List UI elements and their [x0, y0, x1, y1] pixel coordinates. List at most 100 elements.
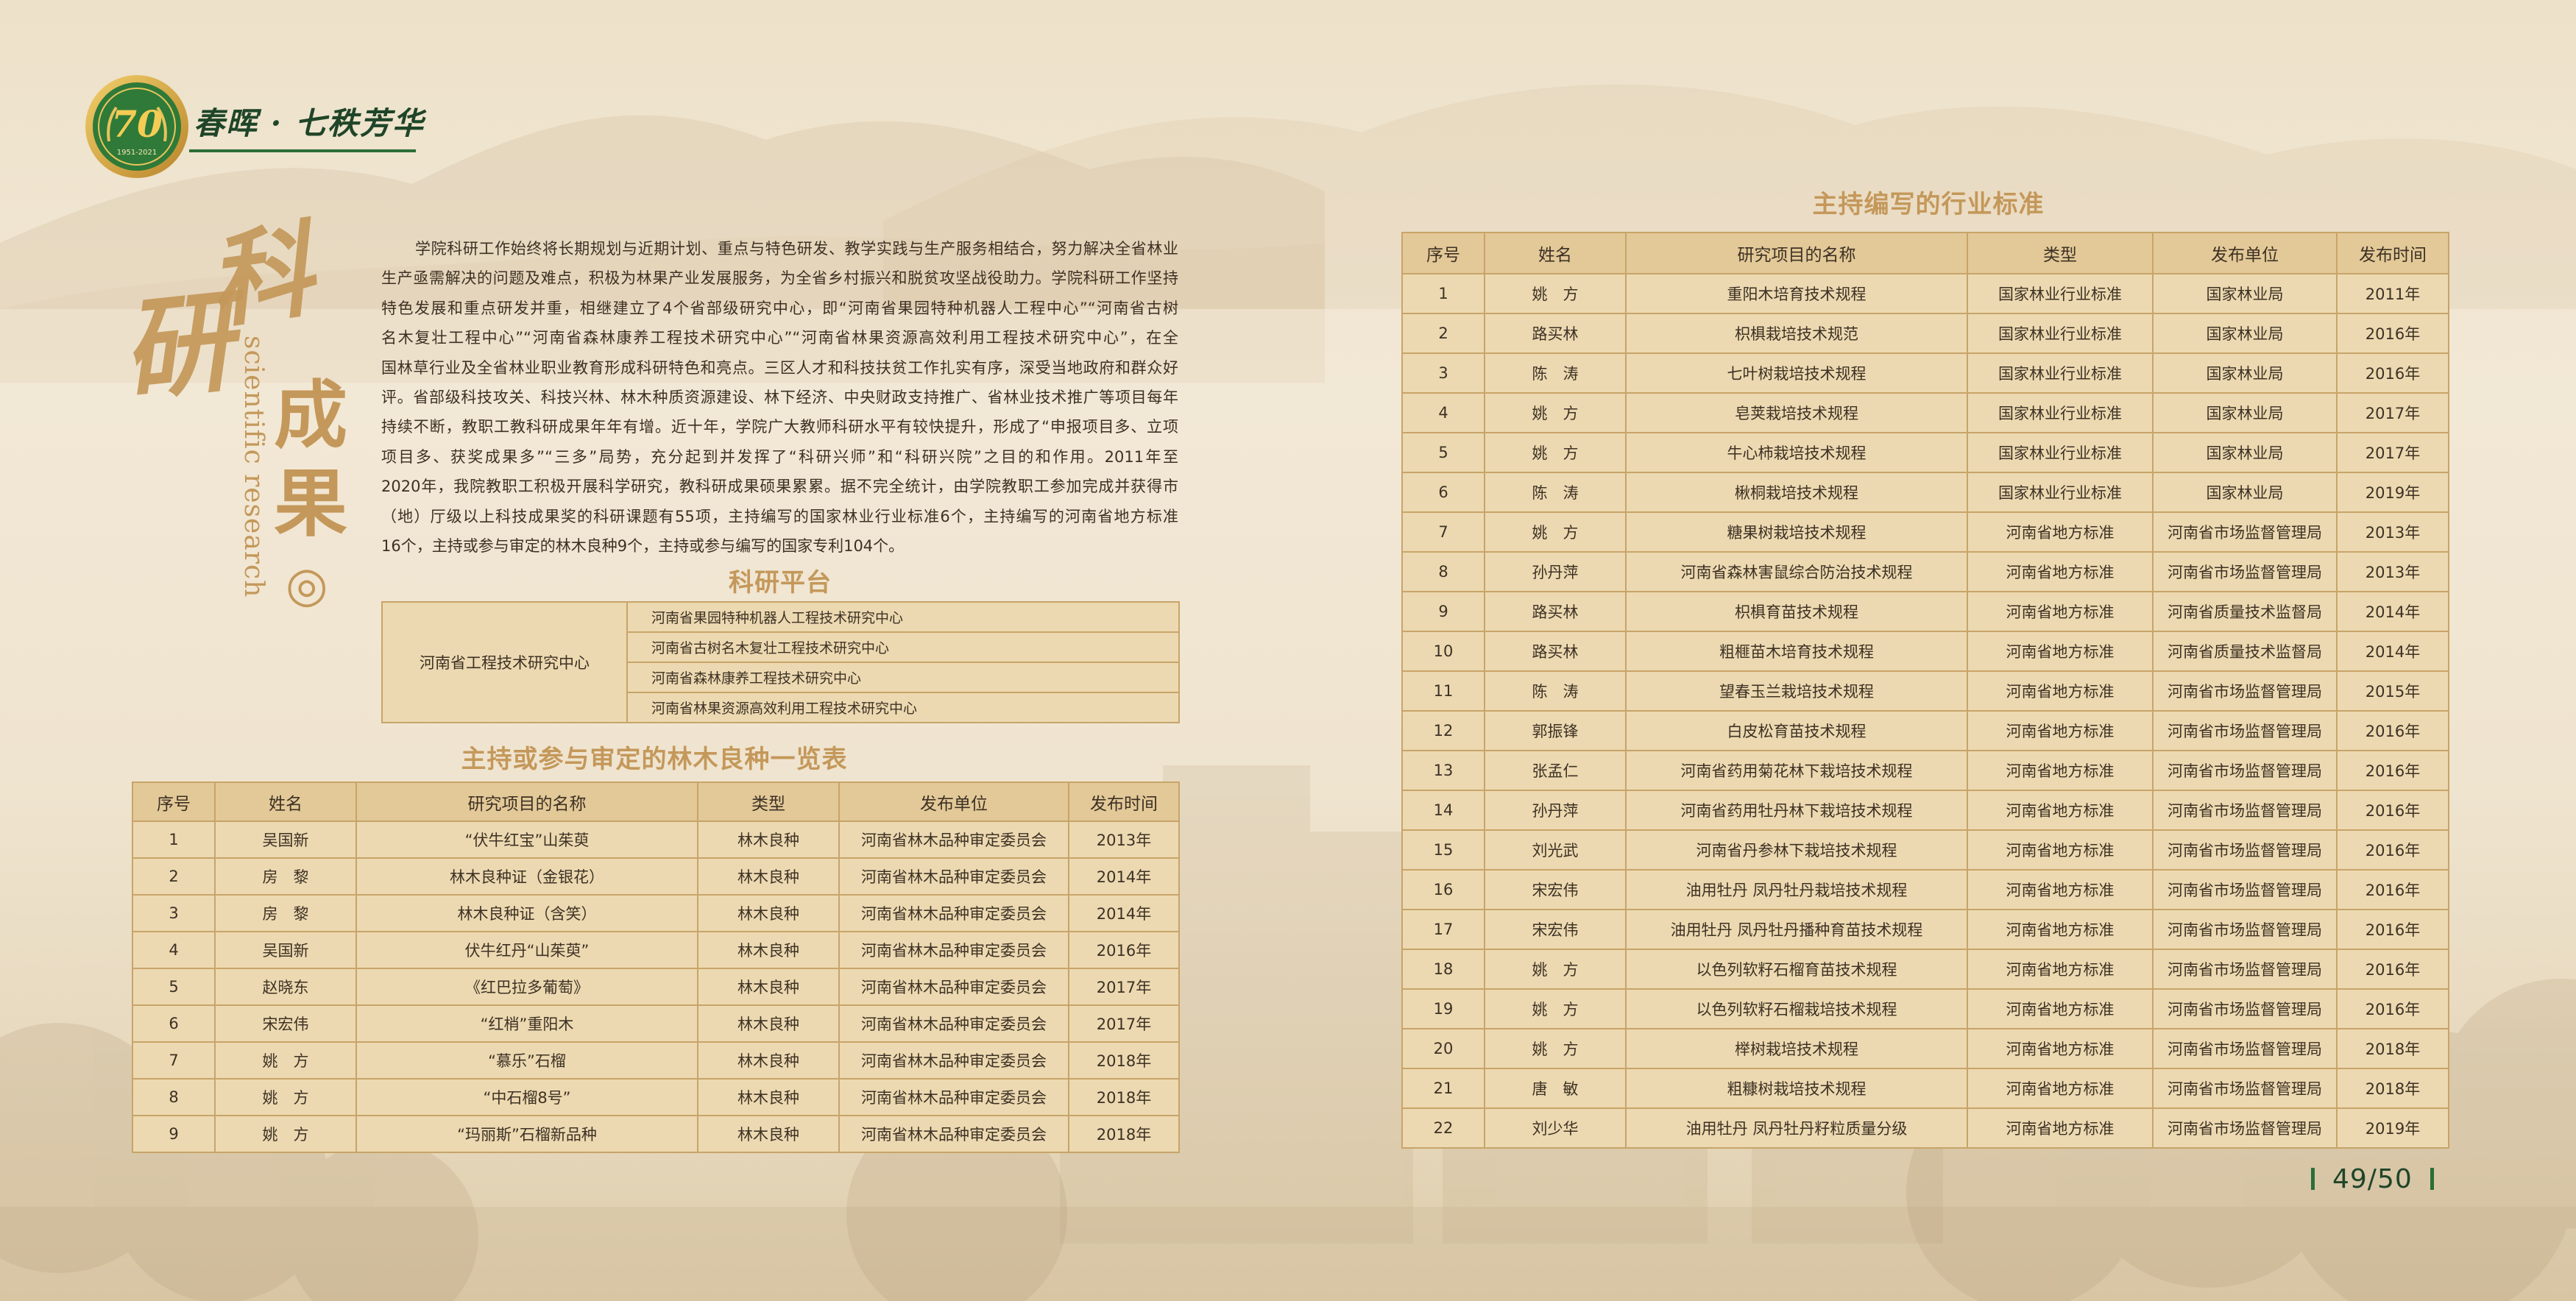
table-cell: 林木良种证（金银花）	[355, 857, 698, 896]
table-cell: 姚 方	[214, 1115, 357, 1153]
table-cell: 国家林业局	[2152, 313, 2338, 354]
table-cell: 望春玉兰栽培技术规程	[1625, 670, 1968, 712]
table-cell: 河南省市场监督管理局	[2152, 829, 2338, 871]
table-cell: 河南省林木品种审定委员会	[838, 1004, 1069, 1043]
table-cell: 唐 敏	[1484, 1068, 1627, 1109]
table-cell: 林木良种	[697, 857, 840, 896]
page-number: 49/50	[2332, 1163, 2413, 1194]
table-row: 17 宋宏伟 油用牡丹 凤丹牡丹播种育苗技术规程 河南省地方标准 河南省市场监督管理局 2…	[1401, 909, 2449, 950]
table-cell: 吴国新	[214, 820, 357, 859]
table-cell: 21	[1401, 1068, 1485, 1109]
table-cell: 2016年	[2336, 988, 2449, 1029]
table-row: 4 吴国新 伏牛红丹“山茱萸” 林木良种 河南省林木品种审定委员会 2016年	[132, 931, 1180, 969]
intro-line: 项目多、获奖成果多”“三多”局势，充分起到并发挥了“科研兴师”和“科研兴院”之目…	[381, 447, 1178, 466]
table-cell: 河南省林木品种审定委员会	[838, 1115, 1069, 1153]
section-subtitle: scientific research	[238, 336, 269, 598]
table-cell: 河南省市场监督管理局	[2152, 710, 2338, 751]
table-cell: 河南省市场监督管理局	[2152, 1107, 2338, 1149]
table-cell: 14	[1401, 790, 1485, 831]
table-row: 6陈 涛楸桐栽培技术规程 国家林业行业标准 国家林业局 2019年	[1401, 472, 2449, 513]
table-cell: 2014年	[2336, 631, 2449, 672]
table-cell: 2016年	[2336, 750, 2449, 791]
table-cell: 22	[1401, 1107, 1485, 1149]
table-cell: 林木良种	[697, 1041, 840, 1080]
table-cell: 国家林业局	[2152, 472, 2338, 513]
section-title-char: 研	[116, 276, 239, 417]
table-cell: 2016年	[2336, 829, 2449, 871]
table-cell: 河南省市场监督管理局	[2152, 1068, 2338, 1109]
table-cell: 路买林	[1484, 591, 1627, 632]
table-cell: 粗榧苗木培育技术规程	[1625, 631, 1968, 672]
table-cell: 河南省市场监督管理局	[2152, 988, 2338, 1029]
table-cell: 刘少华	[1484, 1107, 1627, 1149]
college-logo: 70 1951-2021	[84, 74, 190, 180]
table-cell: 12	[1401, 710, 1485, 751]
table-cell: 宋宏伟	[214, 1004, 357, 1043]
table-cell: 2015年	[2336, 670, 2449, 712]
brand-underline	[189, 149, 416, 152]
table-cell: 林木良种	[697, 1004, 840, 1043]
table-cell: 1	[132, 820, 216, 859]
table-row: 7姚 方 “慕乐”石榴 林木良种 河南省林木品种审定委员会 2018年	[132, 1041, 1180, 1080]
table-cell: 19	[1401, 988, 1485, 1029]
table-cell: 2011年	[2336, 273, 2449, 314]
table-row: 2房 黎林木良种证（金银花） 林木良种 河南省林木品种审定委员会 2014年	[132, 857, 1180, 896]
table-cell: 河南省市场监督管理局	[2152, 551, 2338, 592]
table-cell: 2018年	[2336, 1068, 2449, 1109]
table-cell: 2013年	[2336, 511, 2449, 553]
table-cell: 姚 方	[1484, 511, 1627, 553]
intro-line: 国林草行业及全省林业职业教育形成科研特色和亮点。三区人才和科技扶贫工作扎实有序，…	[381, 358, 1178, 377]
table-cell: 3	[1401, 352, 1485, 394]
table-cell: 姚 方	[1484, 432, 1627, 473]
table-body: 1 吴国新 “伏牛红宝”山茱萸 林木良种 河南省林木品种审定委员会 2013年 2 房 黎林木…	[132, 820, 1180, 1153]
table-cell: 河南省地方标准	[1967, 988, 2154, 1029]
table-row: 11 陈 涛望春玉兰栽培技术规程 河南省地方标准 河南省市场监督管理局 2015年	[1401, 670, 2449, 712]
table-cell: 1	[1401, 273, 1485, 314]
table-cell: 林木良种	[697, 820, 840, 859]
table-row: 12 郭振锋 白皮松育苗技术规程 河南省地方标准 河南省市场监督管理局 2016年	[1401, 710, 2449, 751]
table-cell: 林木良种	[697, 968, 840, 1006]
table-cell: 姚 方	[1484, 1028, 1627, 1069]
table-cell: 河南省森林害鼠综合防治技术规程	[1625, 551, 1968, 592]
table-cell: 10	[1401, 631, 1485, 672]
table-cell: 河南省质量技术监督局	[2152, 631, 2338, 672]
table-cell: 2017年	[1068, 968, 1180, 1006]
varieties-table: 序号 姓名 研究项目的名称 类型 发布单位 发布时间 1 吴国新 “伏牛红宝”山茱萸 林木良种河…	[132, 781, 1180, 1153]
table-cell: 2014年	[2336, 591, 2449, 632]
table-cell: 2016年	[2336, 313, 2449, 354]
table-cell: 2017年	[1068, 1004, 1180, 1043]
intro-line: 生产亟需解决的问题及难点，积极为林果产业发展服务，为全省乡村振兴和脱贫攻坚战役助…	[381, 269, 1178, 288]
table-cell: 河南省地方标准	[1967, 909, 2154, 950]
table-cell: 榉树栽培技术规程	[1625, 1028, 1968, 1069]
table-cell: 国家林业局	[2152, 273, 2338, 314]
table-row: 18 姚 方以色列软籽石榴育苗技术规程 河南省地方标准 河南省市场监督管理局 2016年	[1401, 949, 2449, 990]
table-cell: 陈 涛	[1484, 352, 1627, 394]
table-row: 22 刘少华 油用牡丹 凤丹牡丹籽粒质量分级 河南省地方标准 河南省市场监督管理局 201…	[1401, 1107, 2449, 1149]
platform-center-cell: 河南省森林康养工程技术研究中心	[626, 662, 1180, 693]
intro-line: 名木复壮工程中心”“河南省森林康养工程技术研究中心”“河南省林果资源高效利用工程…	[381, 329, 1178, 347]
platform-title: 科研平台	[729, 568, 832, 598]
table-cell: 国家林业行业标准	[1967, 472, 2154, 513]
table-cell: 河南省地方标准	[1967, 1068, 2154, 1109]
table-cell: 2014年	[1068, 894, 1180, 932]
column-header: 姓名	[214, 781, 357, 822]
table-cell: 5	[132, 968, 216, 1006]
table-cell: 林木良种	[697, 1115, 840, 1153]
table-cell: 河南省市场监督管理局	[2152, 670, 2338, 712]
table-cell: 2014年	[1068, 857, 1180, 896]
table-cell: 2	[132, 857, 216, 896]
logo-number: 70	[111, 102, 163, 146]
section-title-char: 果	[274, 460, 347, 547]
anniversary-70-icon: 70 1951-2021	[85, 75, 188, 178]
ground	[0, 1207, 2576, 1301]
table-row: 13 张孟仁 河南省药用菊花林下栽培技术规程 河南省地方标准 河南省市场监督管理局 201…	[1401, 750, 2449, 791]
table-row: 15 刘光武 河南省丹参林下栽培技术规程 河南省地方标准 河南省市场监督管理局 2016年	[1401, 829, 2449, 871]
table-cell: 国家林业局	[2152, 392, 2338, 433]
table-cell: 陈 涛	[1484, 670, 1627, 712]
header-row: 序号 姓名 研究项目的名称 类型 发布单位 发布时间	[132, 781, 1180, 822]
table-cell: 河南省林木品种审定委员会	[838, 857, 1069, 896]
table-cell: 姚 方	[214, 1041, 357, 1080]
circle-mark-icon: ◎	[286, 556, 328, 613]
table-row: 2 路买林 枳椇栽培技术规范 国家林业行业标准 国家林业局 2016年	[1401, 313, 2449, 354]
table-cell: 枳椇栽培技术规范	[1625, 313, 1968, 354]
